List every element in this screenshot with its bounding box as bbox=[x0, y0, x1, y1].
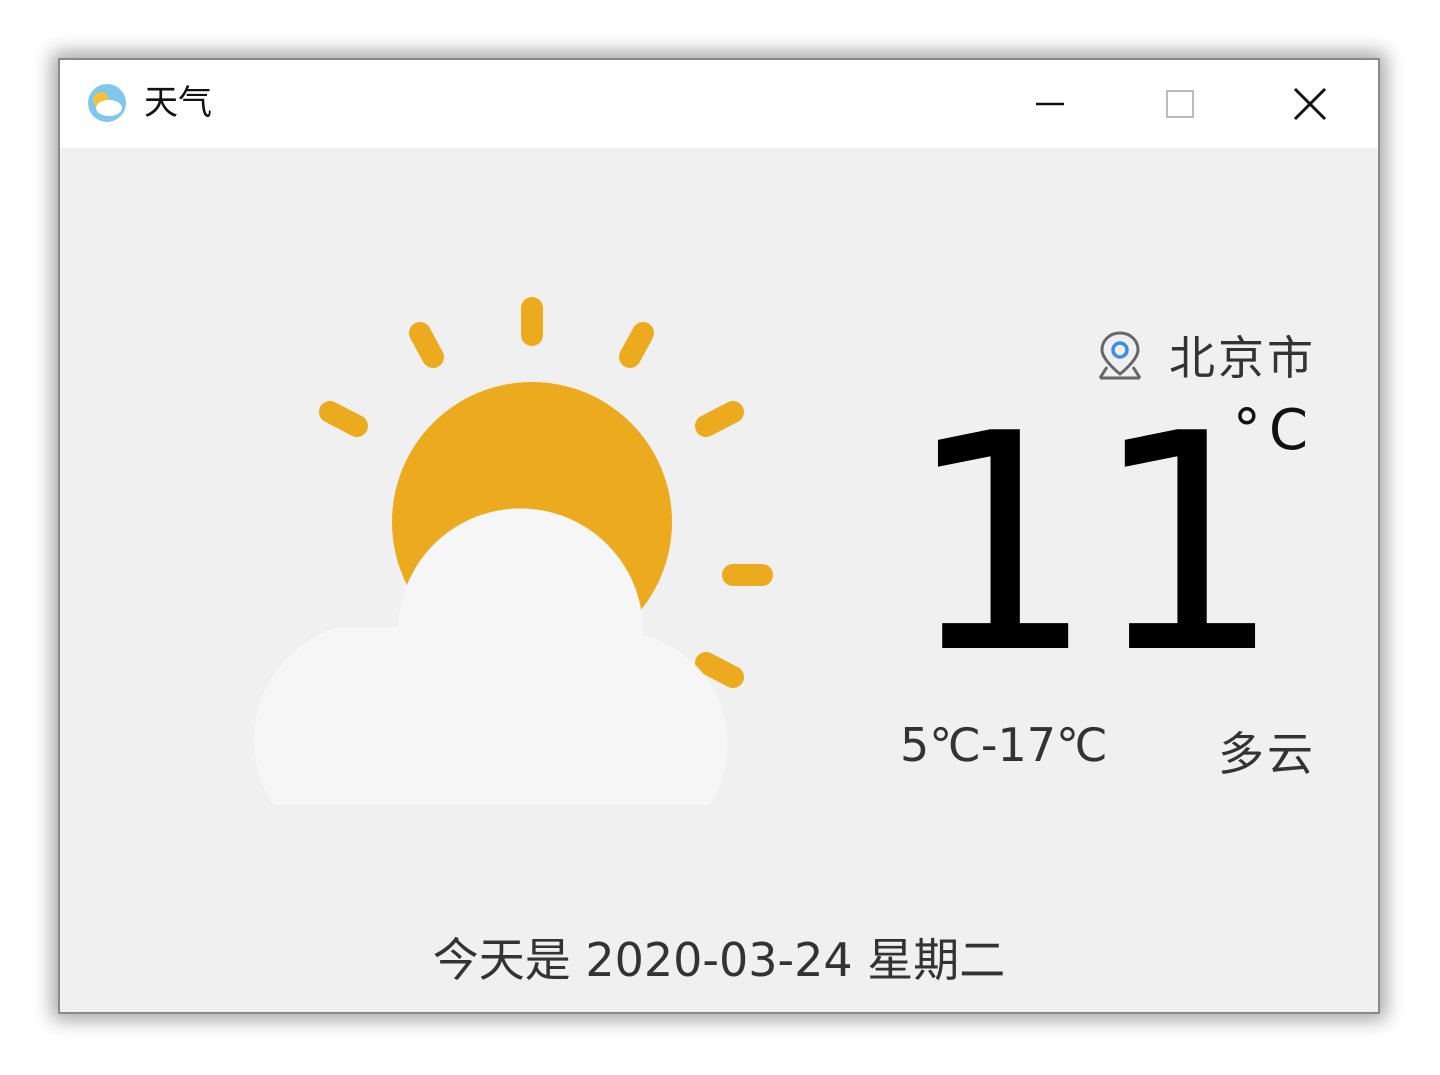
weather-condition: 多云 bbox=[1218, 727, 1316, 781]
maximize-icon bbox=[1166, 90, 1194, 118]
current-temperature: 11 bbox=[905, 370, 1283, 719]
minimize-button[interactable] bbox=[985, 60, 1115, 148]
window-title: 天气 bbox=[144, 83, 212, 123]
close-button[interactable] bbox=[1245, 60, 1375, 148]
minimize-icon bbox=[1036, 102, 1064, 106]
temperature-range: 5℃-17℃ bbox=[900, 718, 1108, 772]
weather-window: 天气 北京市 11 °C 5℃-17℃ 多云 今天是 2020-03-24 星期… bbox=[58, 58, 1380, 1014]
close-icon bbox=[1293, 87, 1327, 121]
maximize-button[interactable] bbox=[1115, 60, 1245, 148]
weather-app-icon bbox=[88, 84, 126, 122]
temperature-unit: °C bbox=[1232, 398, 1316, 463]
title-bar[interactable]: 天气 bbox=[60, 60, 1378, 148]
partly-cloudy-icon bbox=[253, 297, 773, 805]
date-line: 今天是 2020-03-24 星期二 bbox=[432, 933, 1006, 987]
